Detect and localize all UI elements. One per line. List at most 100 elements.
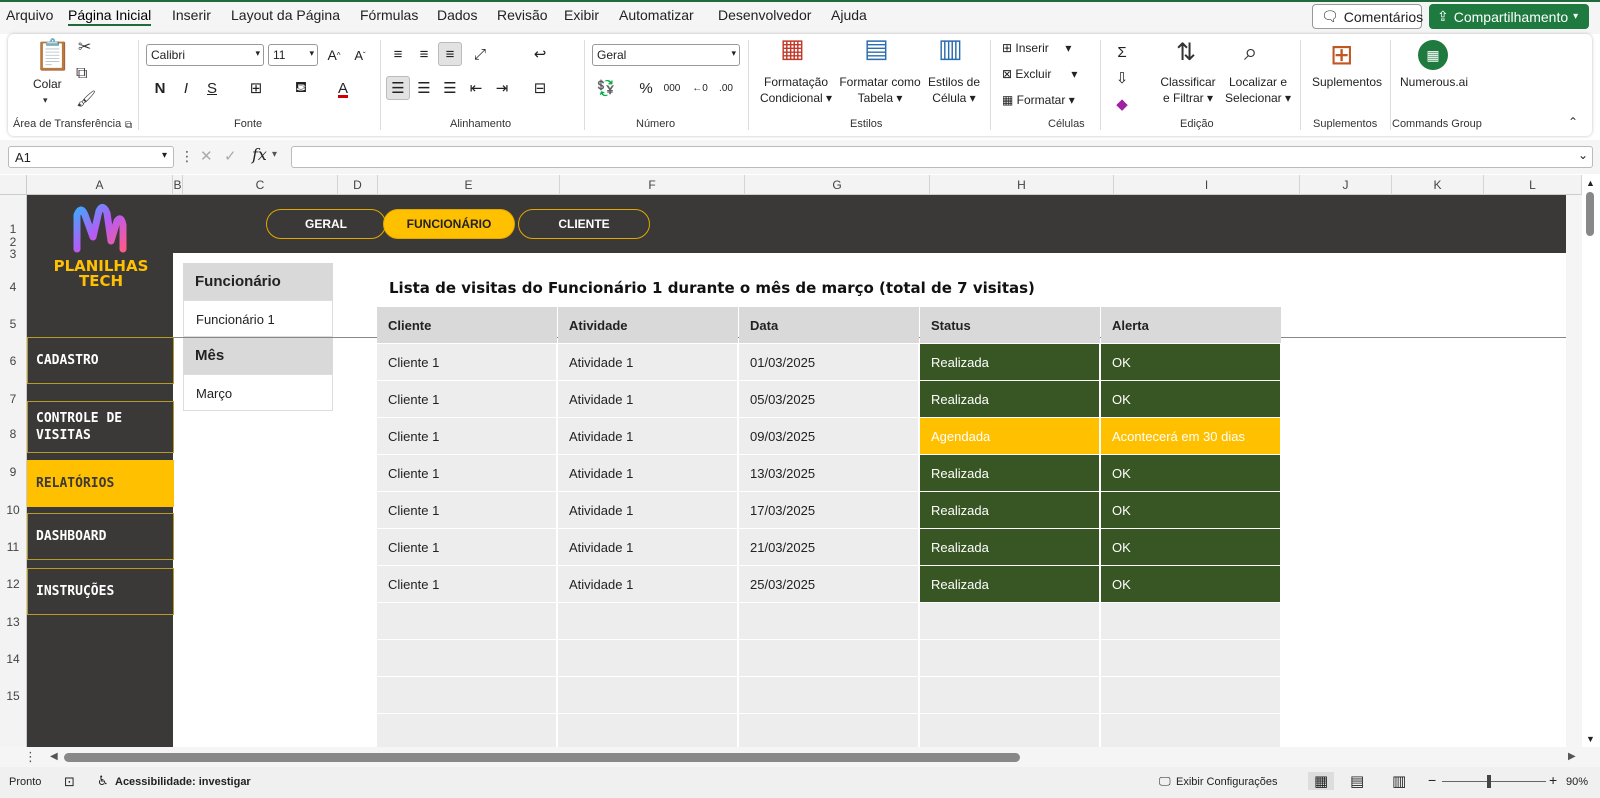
decrease-indent-icon[interactable]: ⇤ — [464, 76, 488, 100]
empty-cell[interactable] — [1101, 714, 1281, 747]
empty-cell[interactable] — [920, 714, 1100, 747]
table-cell[interactable]: Realizada — [920, 344, 1100, 381]
zoom-slider[interactable] — [1442, 781, 1546, 782]
table-cell[interactable]: Agendada — [920, 418, 1100, 455]
dialog-launcher-icon[interactable]: ⧉ — [125, 118, 132, 134]
cell-styles-button[interactable]: Estilos de Célula ▾ — [926, 74, 982, 106]
insert-cells-button[interactable]: ⊞ Inserir ▾ — [1002, 40, 1071, 56]
italic-icon[interactable]: I — [174, 76, 198, 100]
select-all-corner[interactable] — [0, 175, 27, 195]
find-select-icon[interactable]: ⌕ — [1244, 40, 1257, 66]
cut-icon[interactable]: ✂ — [78, 40, 91, 56]
number-format-select[interactable]: Geral ▾ — [592, 44, 740, 66]
fill-icon[interactable]: ⇩ — [1110, 66, 1134, 90]
copy-icon[interactable]: ⧉ — [76, 66, 87, 82]
scroll-down-icon[interactable]: ▼ — [1586, 734, 1595, 744]
bold-icon[interactable]: N — [148, 76, 172, 100]
row-header-3[interactable]: 3 — [0, 247, 26, 261]
column-header-l[interactable]: L — [1484, 175, 1582, 195]
employee-filter-value[interactable]: Funcionário 1 — [183, 300, 333, 337]
menu-4[interactable]: Fórmulas — [360, 7, 418, 23]
display-settings-icon[interactable]: 🖵 — [1159, 774, 1171, 789]
sheet-options-icon[interactable]: ⋮ — [24, 749, 37, 765]
empty-cell[interactable] — [920, 677, 1100, 714]
insert-function-icon[interactable]: fx — [252, 145, 267, 164]
table-cell[interactable]: Cliente 1 — [377, 492, 557, 529]
nav-controle-de-visitas[interactable]: CONTROLE DE VISITAS — [27, 401, 174, 453]
menu-2[interactable]: Inserir — [172, 7, 211, 23]
table-header-atividade[interactable]: Atividade — [558, 307, 738, 343]
decrease-decimal-icon[interactable]: .00 — [714, 76, 738, 100]
table-cell[interactable]: 21/03/2025 — [739, 529, 919, 566]
chevron-down-icon[interactable]: ▾ — [43, 92, 48, 108]
row-header-5[interactable]: 5 — [0, 317, 26, 331]
column-header-h[interactable]: H — [930, 175, 1114, 195]
enter-icon[interactable]: ✓ — [224, 147, 237, 165]
thousands-icon[interactable]: 000 — [660, 76, 684, 100]
menu-1[interactable]: Página Inicial — [68, 7, 152, 26]
wrap-text-icon[interactable]: ↩ — [528, 42, 552, 66]
row-header-9[interactable]: 9 — [0, 465, 26, 479]
sort-filter-button[interactable]: Classificar e Filtrar ▾ — [1156, 74, 1220, 106]
table-cell[interactable]: 13/03/2025 — [739, 455, 919, 492]
collapse-ribbon-icon[interactable]: ⌃ — [1568, 114, 1578, 130]
table-cell[interactable]: Cliente 1 — [377, 381, 557, 418]
empty-cell[interactable] — [558, 677, 738, 714]
empty-cell[interactable] — [920, 603, 1100, 640]
increase-decimal-icon[interactable]: ←0 — [688, 76, 712, 100]
share-button[interactable]: ⇪ Compartilhamento ▾ — [1429, 4, 1589, 29]
table-cell[interactable]: Realizada — [920, 566, 1100, 603]
menu-0[interactable]: Arquivo — [6, 7, 53, 23]
display-settings-button[interactable]: Exibir Configurações — [1176, 776, 1278, 788]
empty-cell[interactable] — [558, 603, 738, 640]
expand-formula-icon[interactable]: ⌄ — [1578, 148, 1588, 162]
increase-font-icon[interactable]: A ^ — [322, 43, 346, 67]
addins-button[interactable]: Suplementos — [1306, 74, 1388, 90]
table-cell[interactable]: OK — [1101, 344, 1281, 381]
normal-view-icon[interactable]: ▦ — [1308, 772, 1335, 790]
zoom-in-icon[interactable]: + — [1549, 772, 1557, 788]
comments-button[interactable]: 🗨 Comentários — [1312, 4, 1423, 29]
row-header-7[interactable]: 7 — [0, 392, 26, 406]
menu-9[interactable]: Desenvolvedor — [718, 7, 811, 23]
table-cell[interactable]: OK — [1101, 492, 1281, 529]
table-cell[interactable]: Cliente 1 — [377, 344, 557, 381]
table-cell[interactable]: Atividade 1 — [558, 455, 738, 492]
empty-cell[interactable] — [558, 714, 738, 747]
table-cell[interactable]: Realizada — [920, 492, 1100, 529]
table-cell[interactable]: Atividade 1 — [558, 381, 738, 418]
table-header-data[interactable]: Data — [739, 307, 919, 343]
row-header-10[interactable]: 10 — [0, 503, 26, 517]
month-filter-value[interactable]: Março — [183, 374, 333, 411]
table-cell[interactable]: Realizada — [920, 455, 1100, 492]
menu-3[interactable]: Layout da Página — [231, 7, 340, 23]
table-cell[interactable]: 17/03/2025 — [739, 492, 919, 529]
borders-icon[interactable]: ⊞ — [244, 76, 268, 100]
empty-cell[interactable] — [377, 640, 557, 677]
row-header-8[interactable]: 8 — [0, 427, 26, 441]
column-header-d[interactable]: D — [338, 175, 378, 195]
empty-cell[interactable] — [377, 714, 557, 747]
column-header-g[interactable]: G — [745, 175, 930, 195]
zoom-slider-thumb[interactable] — [1487, 775, 1491, 788]
align-middle-icon[interactable]: ≡ — [412, 42, 436, 66]
percent-icon[interactable]: % — [634, 76, 658, 100]
align-bottom-icon[interactable]: ≡ — [438, 42, 462, 66]
table-cell[interactable]: OK — [1101, 381, 1281, 418]
table-cell[interactable]: Atividade 1 — [558, 344, 738, 381]
row-header-4[interactable]: 4 — [0, 280, 26, 294]
empty-cell[interactable] — [739, 714, 919, 747]
page-layout-icon[interactable]: ▤ — [1350, 772, 1364, 790]
table-cell[interactable]: OK — [1101, 455, 1281, 492]
nav-relat-rios[interactable]: RELATÓRIOS — [27, 460, 174, 507]
row-header-14[interactable]: 14 — [0, 652, 26, 666]
menu-8[interactable]: Automatizar — [619, 7, 694, 23]
merge-center-icon[interactable]: ⊟ — [528, 76, 552, 100]
table-cell[interactable]: Atividade 1 — [558, 492, 738, 529]
column-header-i[interactable]: I — [1114, 175, 1300, 195]
align-left-icon[interactable]: ☰ — [386, 76, 410, 100]
nav-cadastro[interactable]: CADASTRO — [27, 337, 174, 384]
find-select-button[interactable]: Localizar e Selecionar ▾ — [1222, 74, 1294, 106]
scroll-left-icon[interactable]: ◀ — [50, 751, 58, 762]
menu-10[interactable]: Ajuda — [831, 7, 867, 23]
